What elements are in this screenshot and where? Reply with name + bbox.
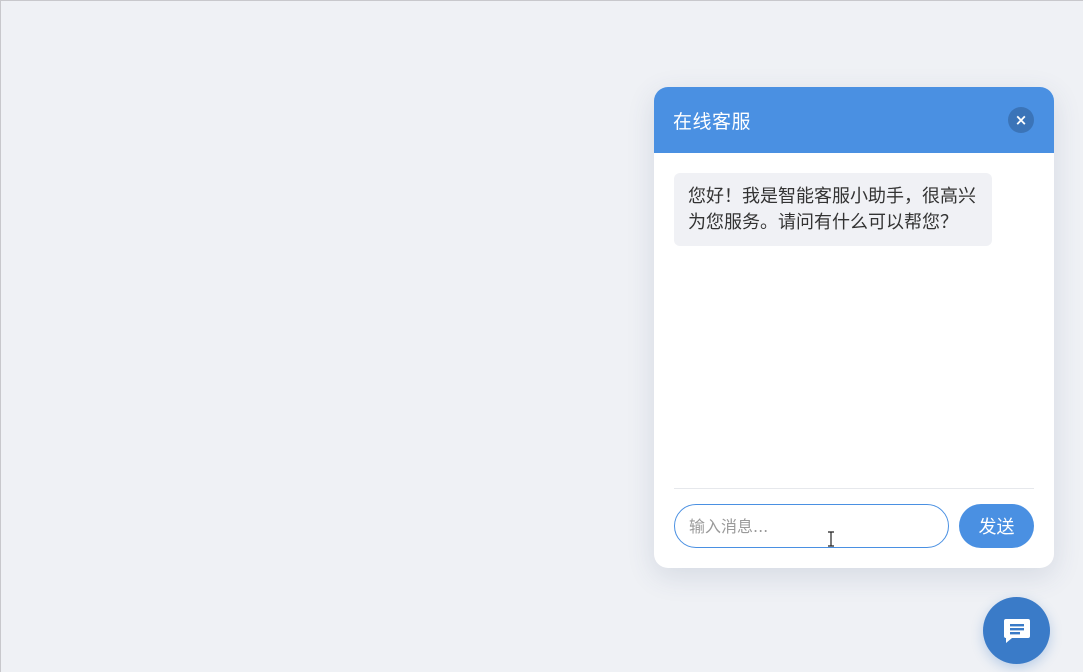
chat-header: 在线客服 × xyxy=(654,87,1054,153)
send-button[interactable]: 发送 xyxy=(959,504,1034,548)
close-button[interactable]: × xyxy=(1008,107,1034,133)
message-input[interactable] xyxy=(674,504,949,548)
close-icon: × xyxy=(1014,110,1028,129)
text-cursor-icon xyxy=(828,531,834,547)
divider xyxy=(674,488,1034,489)
chat-launcher-button[interactable] xyxy=(983,597,1050,664)
chat-title: 在线客服 xyxy=(673,110,752,133)
bot-message: 您好！我是智能客服小助手，很高兴为您服务。请问有什么可以帮您？ xyxy=(674,173,992,246)
chat-window: 在线客服 × 您好！我是智能客服小助手，很高兴为您服务。请问有什么可以帮您？ 发… xyxy=(654,87,1054,568)
chat-input-bar: 发送 xyxy=(674,504,1034,548)
chat-bubble-icon xyxy=(1003,618,1030,643)
message-list: 您好！我是智能客服小助手，很高兴为您服务。请问有什么可以帮您？ xyxy=(654,153,1054,487)
page: 在线客服 × 您好！我是智能客服小助手，很高兴为您服务。请问有什么可以帮您？ 发… xyxy=(0,0,1083,672)
